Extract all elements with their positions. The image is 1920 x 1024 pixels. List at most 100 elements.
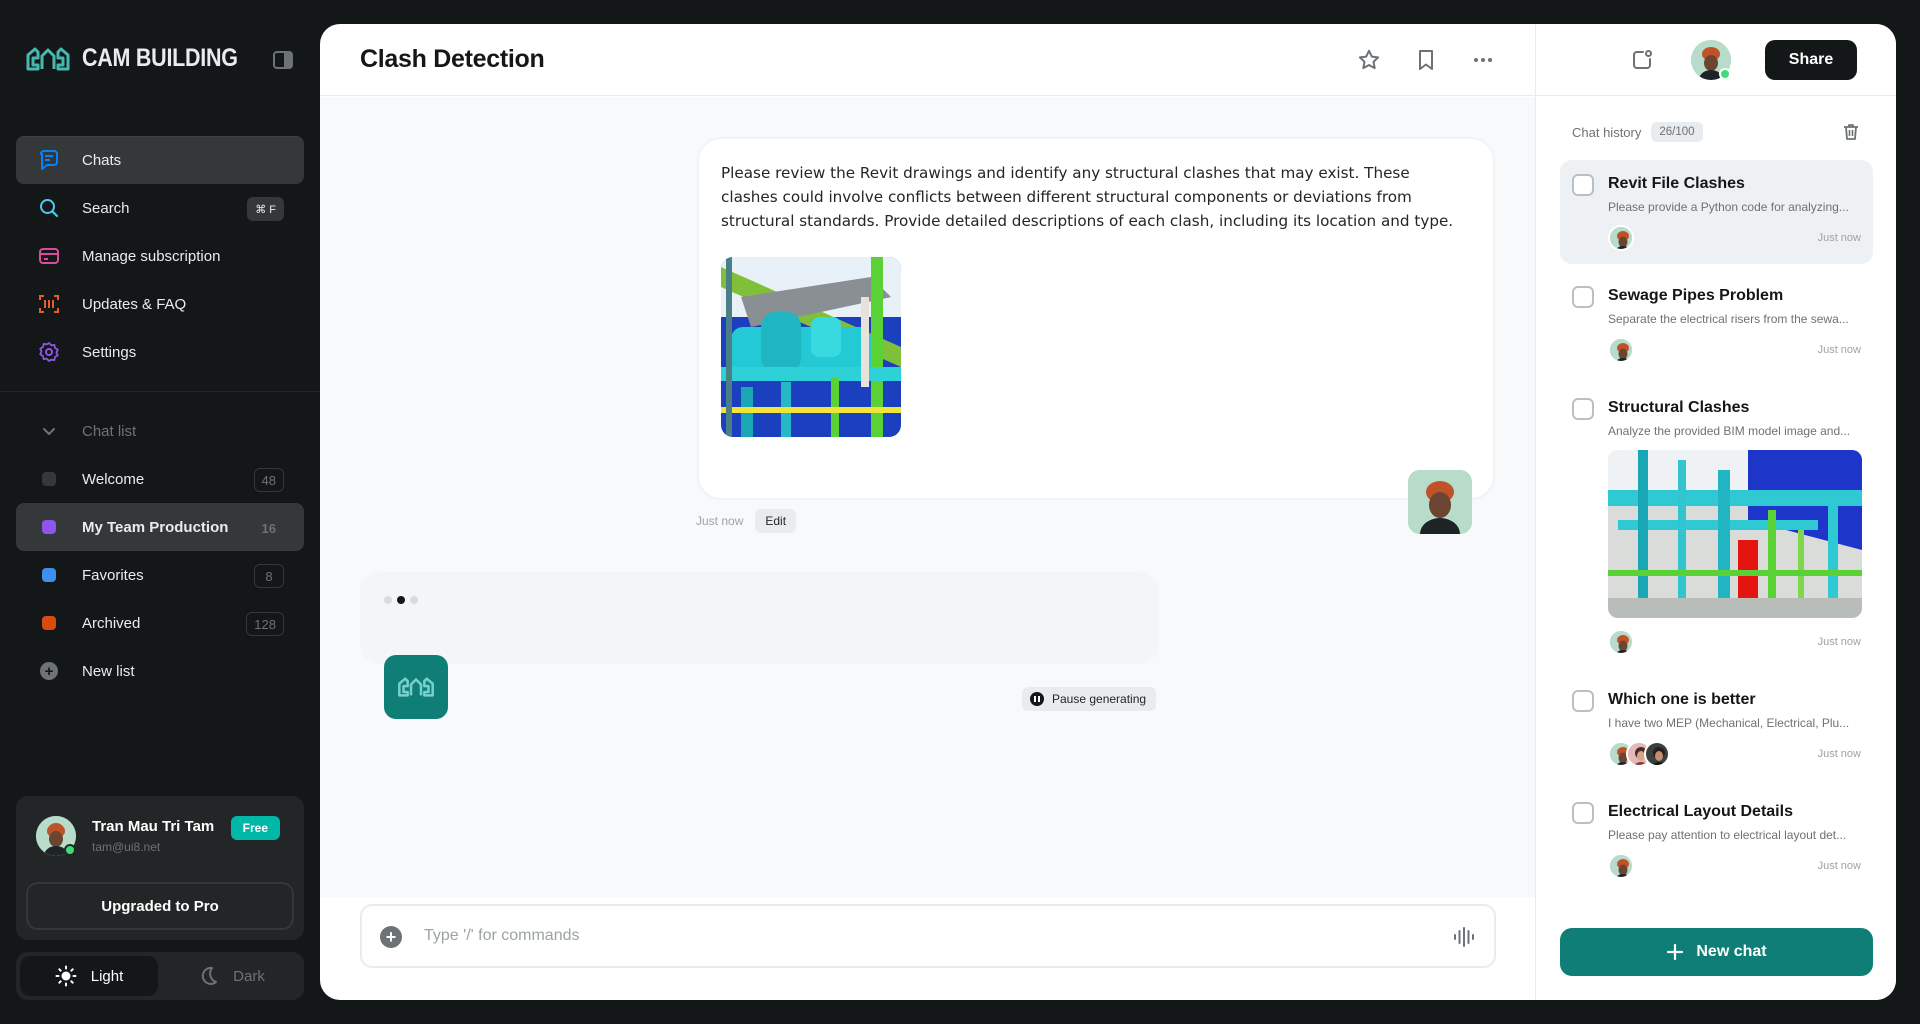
message-input[interactable] <box>424 920 1384 952</box>
nav-item-chats[interactable]: Chats <box>16 136 304 184</box>
user-message-text: Please review the Revit drawings and ide… <box>721 164 1454 230</box>
list-color-dot <box>42 520 56 534</box>
chevron-down-icon <box>38 423 60 439</box>
history-desc: Please pay attention to electrical layou… <box>1608 828 1847 842</box>
new-list-button[interactable]: + New list <box>16 647 304 695</box>
avatar <box>1608 225 1634 251</box>
share-button[interactable]: Share <box>1765 40 1857 80</box>
history-checkbox[interactable] <box>1572 286 1594 308</box>
notification-icon[interactable] <box>1630 48 1654 72</box>
history-desc: Please provide a Python code for analyzi… <box>1608 200 1849 214</box>
sidebar-divider <box>0 391 320 392</box>
chat-history-count: 26/100 <box>1651 122 1703 142</box>
new-list-label: New list <box>82 662 135 680</box>
theme-light-button[interactable]: Light <box>20 956 158 996</box>
header-actions <box>1357 48 1495 72</box>
search-icon <box>38 197 60 219</box>
gear-icon <box>38 341 60 363</box>
online-indicator <box>1719 68 1731 80</box>
typing-indicator <box>384 596 418 604</box>
history-footer: Just now <box>1608 628 1861 656</box>
star-icon[interactable] <box>1357 48 1381 72</box>
history-item[interactable]: Sewage Pipes Problem Separate the electr… <box>1560 272 1873 376</box>
nav-label: Manage subscription <box>82 247 221 265</box>
brand-name: CAM BUILDING <box>82 44 238 72</box>
list-item-welcome[interactable]: Welcome 48 <box>16 455 304 503</box>
add-attachment-icon[interactable]: + <box>380 926 402 948</box>
history-checkbox[interactable] <box>1572 690 1594 712</box>
history-footer: Just now <box>1608 740 1861 768</box>
theme-light-label: Light <box>90 967 124 985</box>
history-desc: Separate the electrical risers from the … <box>1608 312 1849 326</box>
edit-button[interactable]: Edit <box>755 509 797 533</box>
chat-header: Clash Detection <box>320 24 1535 96</box>
sun-icon <box>55 965 77 987</box>
profile-email: tam@ui8.net <box>92 840 161 854</box>
logo-icon <box>398 677 434 697</box>
list-count: 8 <box>254 564 284 588</box>
history-item[interactable]: Electrical Layout Details Please pay att… <box>1560 788 1873 892</box>
avatar-stack <box>1608 741 1670 767</box>
list-item-favorites[interactable]: Favorites 8 <box>16 551 304 599</box>
barcode-icon <box>38 293 60 315</box>
theme-switch: Light Dark <box>16 952 304 1000</box>
profile-card: Tran Mau Tri Tam tam@ui8.net Free Upgrad… <box>16 796 304 940</box>
pause-generating-button[interactable]: Pause generating <box>1022 687 1157 711</box>
chat-list-toggle[interactable]: Chat list <box>16 407 304 455</box>
avatar <box>1608 853 1634 879</box>
chat-icon <box>38 149 60 171</box>
user-avatar[interactable] <box>1408 470 1472 534</box>
nav-label: Search <box>82 199 130 217</box>
user-message: Please review the Revit drawings and ide… <box>697 137 1495 500</box>
trash-icon[interactable] <box>1841 122 1861 142</box>
sidebar: CAM BUILDING Chats Search ⌘ F Manage sub… <box>0 0 320 1024</box>
history-checkbox[interactable] <box>1572 802 1594 824</box>
history-time: Just now <box>1817 860 1861 872</box>
history-time: Just now <box>1817 748 1861 760</box>
brand[interactable]: CAM BUILDING <box>24 44 263 73</box>
history-item[interactable]: Revit File Clashes Please provide a Pyth… <box>1560 160 1873 264</box>
new-chat-button[interactable]: New chat <box>1560 928 1873 976</box>
plus-icon <box>1667 943 1684 961</box>
theme-dark-button[interactable]: Dark <box>162 956 300 996</box>
voice-icon[interactable] <box>1452 926 1476 948</box>
history-item[interactable]: Structural Clashes Analyze the provided … <box>1560 384 1873 668</box>
pause-icon <box>1030 692 1044 706</box>
nav-item-settings[interactable]: Settings <box>16 328 304 376</box>
history-checkbox[interactable] <box>1572 398 1594 420</box>
avatar <box>1608 629 1634 655</box>
moon-icon <box>201 966 218 985</box>
chat-history-list: Revit File Clashes Please provide a Pyth… <box>1560 160 1873 920</box>
list-label: Favorites <box>82 566 144 584</box>
history-item[interactable]: Which one is better I have two MEP (Mech… <box>1560 676 1873 780</box>
chat-list: Chat list Welcome 48 My Team Production … <box>16 407 304 695</box>
nav-label: Updates & FAQ <box>82 295 187 313</box>
upgrade-button[interactable]: Upgraded to Pro <box>26 882 294 930</box>
profile-name: Tran Mau Tri Tam <box>92 818 215 835</box>
theme-dark-label: Dark <box>233 967 265 985</box>
history-footer: Just now <box>1608 852 1861 880</box>
nav-item-manage-subscription[interactable]: Manage subscription <box>16 232 304 280</box>
list-count: 128 <box>246 612 284 636</box>
history-desc: I have two MEP (Mechanical, Electrical, … <box>1608 716 1850 730</box>
avatar <box>1644 741 1670 767</box>
clash-image[interactable] <box>721 257 901 437</box>
chat-title: Clash Detection <box>360 45 545 73</box>
nav-item-search[interactable]: Search ⌘ F <box>16 184 304 232</box>
main-nav: Chats Search ⌘ F Manage subscription Upd… <box>16 136 304 376</box>
list-color-dot <box>42 472 56 486</box>
bot-avatar <box>384 655 448 719</box>
nav-item-updates-faq[interactable]: Updates & FAQ <box>16 280 304 328</box>
card-icon <box>38 245 60 267</box>
list-item-archived[interactable]: Archived 128 <box>16 599 304 647</box>
toggle-sidebar-icon[interactable] <box>272 49 294 71</box>
more-icon[interactable] <box>1471 48 1495 72</box>
nav-label: Chats <box>82 151 122 169</box>
list-item-my-team-production[interactable]: My Team Production 16 <box>16 503 304 551</box>
composer: + <box>360 904 1496 968</box>
history-thumbnail <box>1608 450 1862 618</box>
history-checkbox[interactable] <box>1572 174 1594 196</box>
chat-list-header: Chat list <box>82 422 137 440</box>
list-count: 48 <box>253 468 284 492</box>
bookmark-icon[interactable] <box>1414 48 1438 72</box>
